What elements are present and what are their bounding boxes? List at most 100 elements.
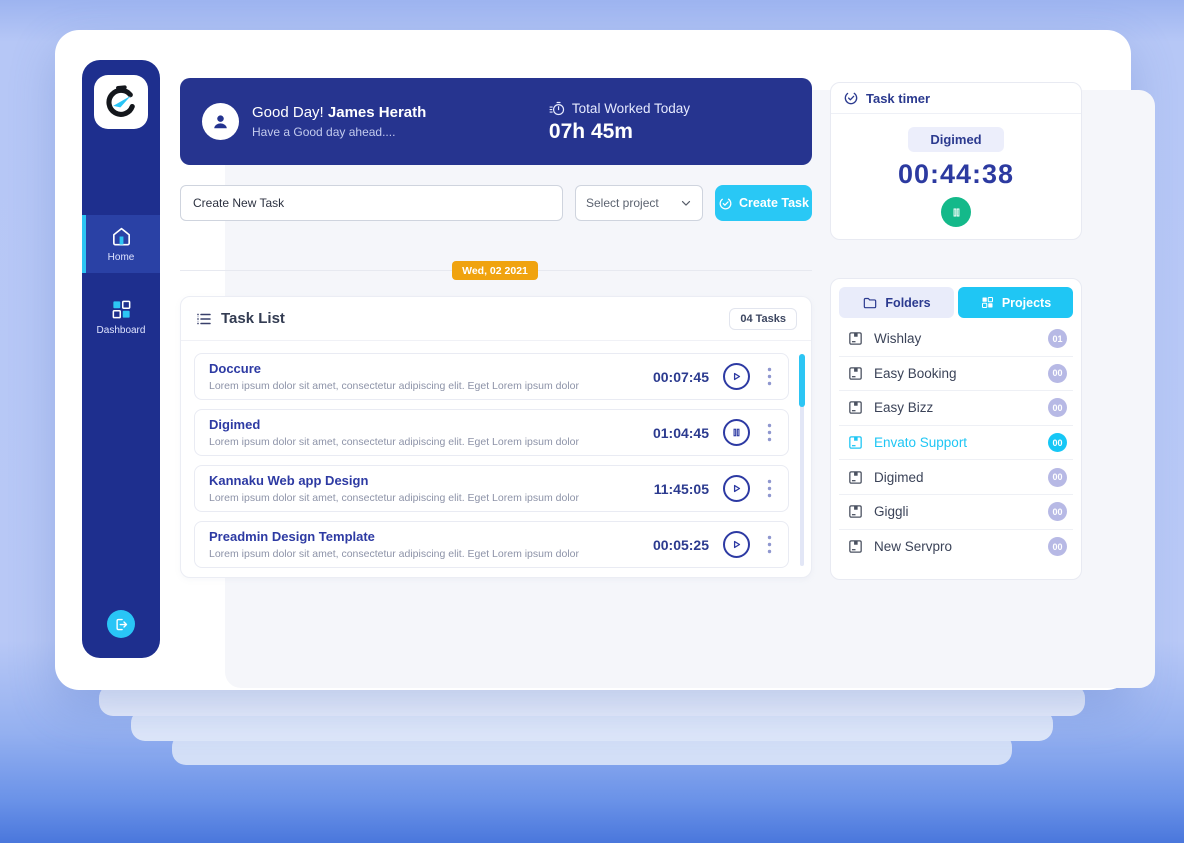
project-icon (847, 399, 864, 416)
task-row[interactable]: Preadmin Design Template Lorem ipsum dol… (194, 521, 789, 568)
tab-projects-label: Projects (1002, 296, 1051, 310)
check-circle-icon (843, 90, 859, 106)
create-task-label: Create Task (739, 196, 809, 210)
task-list-title: Task List (221, 310, 285, 327)
project-count-badge: 00 (1048, 433, 1067, 452)
task-timer-card: Task timer Digimed 00:44:38 (830, 82, 1082, 240)
scrollbar-thumb[interactable] (799, 354, 805, 407)
project-row[interactable]: Digimed 00 (839, 460, 1073, 495)
play-button[interactable] (723, 363, 750, 390)
task-name: Kannaku Web app Design (209, 473, 654, 488)
pause-button[interactable] (723, 419, 750, 446)
avatar (202, 103, 239, 140)
app-logo[interactable] (94, 75, 148, 129)
stopwatch-logo-icon (103, 84, 139, 120)
new-task-input[interactable] (180, 185, 563, 221)
project-count-badge: 00 (1048, 537, 1067, 556)
project-list: Wishlay 01 Easy Booking 00 Easy Bizz (839, 322, 1073, 564)
task-name: Doccure (209, 361, 653, 376)
play-icon (730, 370, 743, 383)
task-description: Lorem ipsum dolor sit amet, consectetur … (209, 548, 653, 560)
task-list-scrollbar[interactable] (800, 354, 804, 566)
greeting-subtitle: Have a Good day ahead.... (252, 125, 426, 139)
timer-project-badge: Digimed (908, 127, 1003, 152)
total-worked-label-row: Total Worked Today (549, 100, 690, 117)
timer-pause-button[interactable] (941, 197, 971, 227)
tab-projects[interactable]: Projects (958, 287, 1073, 318)
logout-icon (114, 617, 129, 632)
list-icon (195, 310, 213, 328)
welcome-banner: Good Day! James Herath Have a Good day a… (180, 78, 812, 165)
pause-icon (950, 206, 963, 219)
app-window: Home Dashboard Good Da (55, 30, 1131, 690)
project-name: Easy Bizz (874, 400, 933, 415)
project-count-badge: 00 (1048, 502, 1067, 521)
date-badge: Wed, 02 2021 (452, 261, 538, 280)
project-name: Easy Booking (874, 366, 957, 381)
task-menu-button[interactable] (762, 479, 776, 498)
task-description: Lorem ipsum dolor sit amet, consectetur … (209, 492, 654, 504)
dots-vertical-icon (767, 479, 772, 498)
logout-button[interactable] (107, 610, 135, 638)
greeting-text: Good Day! (252, 104, 324, 121)
sidebar-item-home[interactable]: Home (82, 215, 160, 273)
sidebar: Home Dashboard (82, 60, 160, 658)
task-name: Digimed (209, 417, 653, 432)
project-name: Wishlay (874, 331, 921, 346)
dashboard-grid-icon (110, 298, 133, 321)
task-menu-button[interactable] (762, 367, 776, 386)
project-name: New Servpro (874, 539, 952, 554)
projects-panel: Folders Projects Wishlay (830, 278, 1082, 580)
grid-icon (980, 295, 995, 310)
project-select[interactable]: Select project (575, 185, 703, 221)
greeting-line: Good Day! James Herath (252, 104, 426, 121)
task-row[interactable]: Kannaku Web app Design Lorem ipsum dolor… (194, 465, 789, 512)
project-row[interactable]: New Servpro 00 (839, 530, 1073, 565)
task-row[interactable]: Digimed Lorem ipsum dolor sit amet, cons… (194, 409, 789, 456)
create-task-button[interactable]: Create Task (715, 185, 812, 221)
total-worked-value: 07h 45m (549, 120, 690, 144)
project-row[interactable]: Easy Booking 00 (839, 357, 1073, 392)
chevron-down-icon (679, 196, 693, 210)
project-select-value: Select project (586, 196, 659, 210)
home-icon (110, 225, 133, 248)
project-icon (847, 330, 864, 347)
project-icon (847, 434, 864, 451)
task-time: 11:45:05 (654, 481, 709, 497)
project-row[interactable]: Giggli 00 (839, 495, 1073, 530)
dots-vertical-icon (767, 535, 772, 554)
sidebar-item-dashboard[interactable]: Dashboard (82, 288, 160, 346)
stopwatch-icon (549, 100, 566, 117)
tab-folders-label: Folders (885, 296, 930, 310)
play-icon (730, 538, 743, 551)
timer-value: 00:44:38 (898, 159, 1014, 190)
task-time: 00:07:45 (653, 369, 709, 385)
project-row-active[interactable]: Envato Support 00 (839, 426, 1073, 461)
project-name: Envato Support (874, 435, 967, 450)
sidebar-item-label: Dashboard (97, 325, 146, 336)
play-icon (730, 482, 743, 495)
project-name: Digimed (874, 470, 924, 485)
tab-folders[interactable]: Folders (839, 287, 954, 318)
task-count-badge: 04 Tasks (729, 308, 797, 330)
project-icon (847, 503, 864, 520)
task-description: Lorem ipsum dolor sit amet, consectetur … (209, 380, 653, 392)
dots-vertical-icon (767, 367, 772, 386)
task-time: 00:05:25 (653, 537, 709, 553)
task-description: Lorem ipsum dolor sit amet, consectetur … (209, 436, 653, 448)
task-menu-button[interactable] (762, 535, 776, 554)
user-name: James Herath (328, 104, 426, 121)
project-icon (847, 365, 864, 382)
project-icon (847, 469, 864, 486)
task-menu-button[interactable] (762, 423, 776, 442)
play-button[interactable] (723, 531, 750, 558)
folder-icon (862, 295, 878, 311)
task-row[interactable]: Doccure Lorem ipsum dolor sit amet, cons… (194, 353, 789, 400)
project-row[interactable]: Wishlay 01 (839, 322, 1073, 357)
check-circle-icon (718, 196, 733, 211)
play-button[interactable] (723, 475, 750, 502)
project-count-badge: 01 (1048, 329, 1067, 348)
project-name: Giggli (874, 504, 909, 519)
project-count-badge: 00 (1048, 398, 1067, 417)
project-row[interactable]: Easy Bizz 00 (839, 391, 1073, 426)
